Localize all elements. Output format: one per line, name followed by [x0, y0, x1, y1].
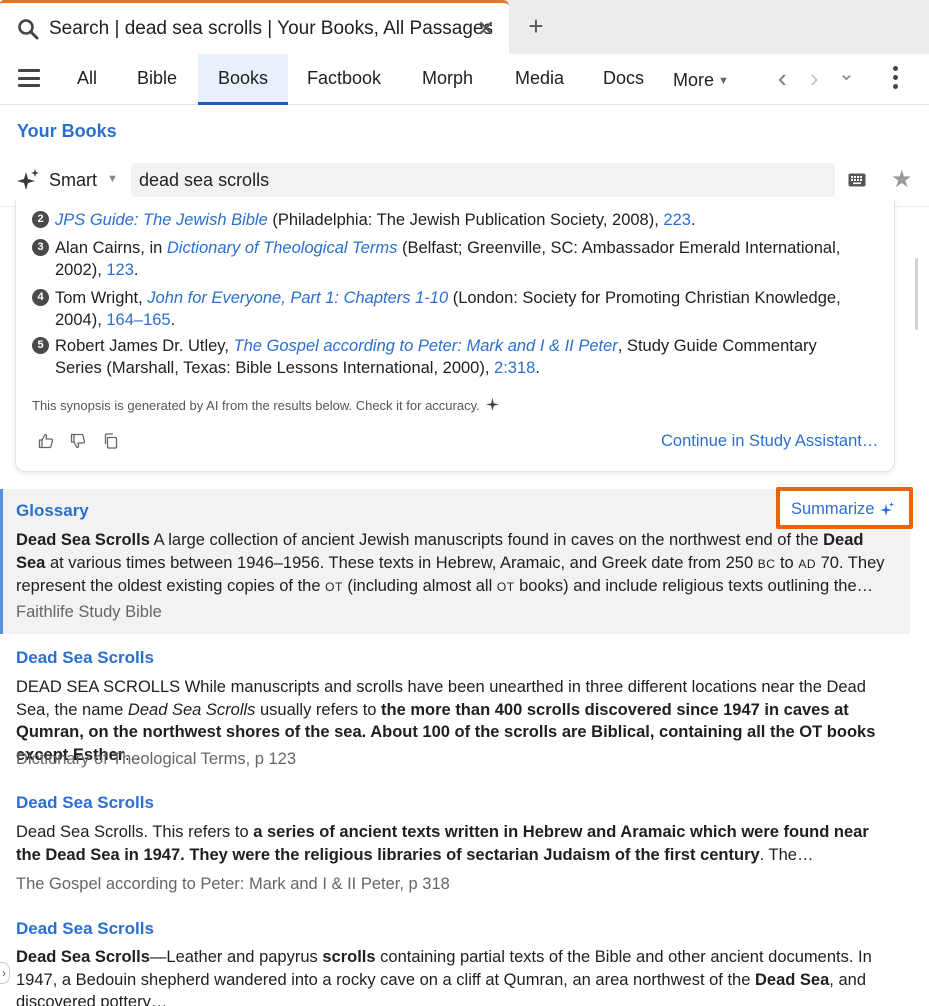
- search-mode-selector[interactable]: Smart: [49, 170, 97, 191]
- snippet-text: (including almost all: [342, 577, 497, 595]
- chevron-down-icon[interactable]: ▼: [107, 173, 118, 185]
- reference-page-link[interactable]: 123: [106, 261, 134, 279]
- snippet-smallcaps: AD: [798, 556, 816, 571]
- reference-number: 4: [32, 289, 49, 306]
- result-source[interactable]: The Gospel according to Peter: Mark and …: [16, 875, 450, 894]
- ai-disclaimer: This synopsis is generated by AI from th…: [32, 398, 499, 413]
- reference-number: 3: [32, 239, 49, 256]
- snippet-smallcaps: BC: [757, 556, 776, 571]
- chevron-down-icon: ▼: [718, 75, 729, 87]
- reference-number: 2: [32, 211, 49, 228]
- new-tab-button[interactable]: +: [523, 12, 549, 40]
- snippet-bold: Dead Sea Scrolls: [16, 948, 150, 966]
- scope-selector[interactable]: Your Books: [17, 121, 117, 142]
- search-input[interactable]: dead sea scrolls: [131, 163, 835, 197]
- summarize-button[interactable]: Summarize: [776, 487, 913, 529]
- reference-number: 5: [32, 337, 49, 354]
- snippet-smallcaps: OT: [496, 580, 515, 594]
- result-title[interactable]: Glossary: [16, 501, 89, 521]
- tab-all[interactable]: All: [77, 68, 97, 89]
- reference-suffix: .: [133, 261, 139, 279]
- reference-prefix: Tom Wright,: [55, 289, 148, 307]
- result-snippet: Dead Sea Scrolls A large collection of a…: [16, 529, 896, 599]
- ai-disclaimer-text: This synopsis is generated by AI from th…: [32, 398, 480, 413]
- synopsis-reference: 4 Tom Wright, John for Everyone, Part 1:…: [32, 287, 842, 331]
- reference-suffix: .: [690, 211, 696, 229]
- snippet-text: to: [775, 553, 799, 572]
- reference-title-link[interactable]: John for Everyone, Part 1: Chapters 1-10: [147, 289, 448, 307]
- active-tab[interactable]: Search | dead sea scrolls | Your Books, …: [0, 0, 509, 54]
- result-source[interactable]: Faithlife Study Bible: [16, 603, 162, 622]
- reference-page-link[interactable]: 2:318: [494, 359, 535, 377]
- sparkle-icon: [880, 502, 894, 516]
- search-query: dead sea scrolls: [139, 170, 270, 190]
- snippet-text: usually refers to: [255, 700, 382, 719]
- tab-more[interactable]: More ▼: [673, 70, 729, 91]
- keyboard-icon[interactable]: [848, 173, 866, 187]
- tab-morph[interactable]: Morph: [422, 68, 473, 89]
- reference-title-link[interactable]: Dictionary of Theological Terms: [167, 239, 397, 257]
- snippet-bold: Dead Sea Scrolls: [16, 531, 150, 549]
- tab-factbook[interactable]: Factbook: [307, 68, 381, 89]
- forward-icon[interactable]: ›: [810, 64, 819, 92]
- continue-in-study-assistant-link[interactable]: Continue in Study Assistant…: [661, 432, 878, 451]
- search-icon: [18, 19, 39, 40]
- snippet-bold: Dead Sea: [755, 970, 830, 989]
- reference-prefix: Alan Cairns, in: [55, 239, 167, 257]
- synopsis-reference: 3 Alan Cairns, in Dictionary of Theologi…: [32, 237, 842, 281]
- close-icon[interactable]: ✕: [474, 17, 498, 41]
- result-snippet: Dead Sea Scrolls. This refers to a serie…: [16, 821, 896, 866]
- synopsis-reference: 2 JPS Guide: The Jewish Bible (Philadelp…: [32, 209, 842, 231]
- result-source[interactable]: Dictionary of Theological Terms, p 123: [16, 750, 296, 769]
- result-title[interactable]: Dead Sea Scrolls: [16, 648, 154, 668]
- scrollbar[interactable]: [915, 258, 918, 330]
- thumbs-down-icon[interactable]: [70, 433, 86, 449]
- reference-details: (Philadelphia: The Jewish Publication So…: [267, 211, 664, 229]
- more-options-icon[interactable]: [893, 66, 901, 93]
- synopsis-reference: 5 Robert James Dr. Utley, The Gospel acc…: [32, 335, 842, 379]
- back-icon[interactable]: ‹: [778, 64, 787, 92]
- tab-strip: Search | dead sea scrolls | Your Books, …: [0, 0, 929, 54]
- snippet-italic: Dead Sea Scrolls: [127, 700, 256, 719]
- reference-page-link[interactable]: 164–165: [106, 311, 170, 329]
- reference-prefix: Robert James Dr. Utley,: [55, 337, 234, 355]
- menu-icon[interactable]: [18, 69, 40, 87]
- nav-bar: All Bible Books Factbook Morph Media Doc…: [0, 54, 929, 105]
- result-title[interactable]: Dead Sea Scrolls: [16, 793, 154, 813]
- thumbs-up-icon[interactable]: [38, 433, 54, 449]
- tab-bible[interactable]: Bible: [137, 68, 177, 89]
- result-title[interactable]: Dead Sea Scrolls: [16, 919, 154, 939]
- tab-books[interactable]: Books: [198, 54, 288, 105]
- snippet-text: Dead Sea Scrolls. This refers to: [16, 823, 254, 841]
- snippet-bold: scrolls: [322, 948, 376, 966]
- result-snippet: Dead Sea Scrolls—Leather and papyrus scr…: [16, 946, 896, 1006]
- snippet-text: at various times between 1946–1956. Thes…: [45, 553, 758, 572]
- tab-more-label: More: [673, 70, 715, 90]
- sparkle-icon: [17, 169, 39, 190]
- sparkle-icon: [485, 398, 499, 411]
- history-chevron-icon[interactable]: ⌄: [838, 60, 855, 88]
- reference-suffix: .: [170, 311, 176, 329]
- star-icon[interactable]: ★: [891, 168, 913, 192]
- reference-suffix: .: [535, 359, 540, 377]
- copy-icon[interactable]: [103, 433, 119, 449]
- tab-media[interactable]: Media: [515, 68, 564, 89]
- reference-title-link[interactable]: JPS Guide: The Jewish Bible: [55, 211, 268, 229]
- snippet-text: . The…: [759, 845, 814, 864]
- reference-page-link[interactable]: 223: [663, 211, 691, 229]
- snippet-smallcaps: OT: [325, 580, 343, 594]
- snippet-text: A large collection of ancient Jewish man…: [149, 531, 824, 549]
- tab-docs[interactable]: Docs: [603, 68, 644, 89]
- summarize-label: Summarize: [791, 500, 875, 518]
- snippet-text: books) and include religious texts outli…: [514, 577, 874, 595]
- tab-title: Search | dead sea scrolls | Your Books, …: [49, 18, 493, 39]
- chevron-right-icon[interactable]: ›: [0, 962, 10, 984]
- reference-title-link[interactable]: The Gospel according to Peter: Mark and …: [234, 337, 618, 355]
- snippet-text: —Leather and papyrus: [149, 948, 323, 966]
